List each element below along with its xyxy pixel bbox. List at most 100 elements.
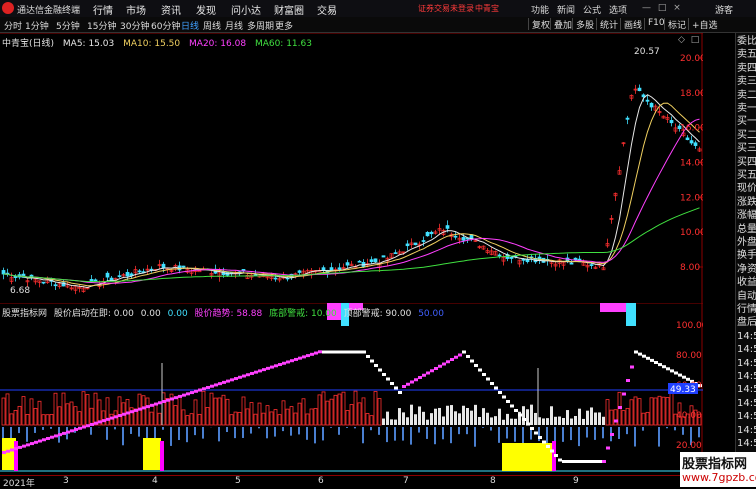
menu-item-hangqing[interactable]: 行情 [93,2,113,17]
trend-step [174,396,178,399]
quote-panel-item[interactable]: 14:50 [737,410,756,423]
mark-button[interactable]: 标记 [664,18,686,30]
overlay-button[interactable]: 叠加 [550,18,572,30]
quote-panel-item[interactable]: 总量 [737,223,756,236]
trend-step [458,354,462,357]
quote-panel-item[interactable]: 行情 [737,303,756,316]
quote-panel-item[interactable]: 买五 [737,169,756,182]
fuquan-button[interactable]: 复权 [528,18,550,30]
trend-step [354,351,358,354]
menu-item-zixun[interactable]: 资讯 [161,2,181,17]
indicator-field-1: 股价启动在即: 0.00 [54,309,134,319]
trend-step [310,353,314,356]
quote-panel-item[interactable]: 涨幅 [737,209,756,222]
minimize-icon[interactable]: — [642,3,651,13]
multi-stock-button[interactable]: 多股 [572,18,594,30]
window-controls[interactable]: — □ × [642,3,681,13]
candle [126,272,129,276]
quote-panel-item[interactable]: 14:50 [737,383,756,396]
quote-panel: 委比卖五卖四卖三卖二卖一买一买二买三买四买五现价涨跌涨幅总量外盘换手净资收益自动… [735,33,756,487]
x-tick: 2021年 [3,476,35,489]
trend-step [390,382,394,385]
tab-fenshi[interactable]: 分时 [4,19,22,32]
quote-panel-item[interactable]: 14:50 [737,397,756,410]
function-button[interactable]: 功能 [531,3,549,16]
quote-panel-item[interactable]: 涨跌 [737,196,756,209]
drawline-button[interactable]: 画线 [620,18,642,30]
indicator-chart[interactable]: 100.0080.0060.0040.0020.0049.33 [0,303,703,475]
tab-weekly[interactable]: 周线 [203,19,221,32]
indicator-bar [494,416,497,425]
candlestick-chart[interactable]: 20.576.68 20.0018.0016.0014.0012.0010.00… [0,33,703,303]
collapse-icon[interactable]: □ [691,35,700,45]
chart-controls[interactable]: ◇ □ [678,35,699,45]
quote-panel-item[interactable]: 买二 [737,129,756,142]
menu-item-jiaoyi[interactable]: 交易 [317,2,337,17]
quote-panel-item[interactable]: 14:50 [737,424,756,437]
quote-panel-item[interactable]: 外盘 [737,236,756,249]
settings-icon[interactable]: ◇ [678,35,685,45]
tab-15min[interactable]: 15分钟 [87,19,116,32]
tab-monthly[interactable]: 月线 [225,19,243,32]
quote-panel-item[interactable]: 卖四 [737,62,756,75]
trend-step [470,360,474,363]
trend-step [590,460,594,463]
quote-panel-item[interactable]: 净资 [737,263,756,276]
trend-step [530,427,534,430]
quote-panel-item[interactable]: 14:50 [737,330,756,343]
quote-panel-item[interactable]: 盘后 [737,316,756,329]
quote-panel-item[interactable]: 换手 [737,249,756,262]
menu-item-faxian[interactable]: 发现 [196,2,216,17]
tab-30min[interactable]: 30分钟 [120,19,149,32]
quote-panel-item[interactable]: 卖二 [737,89,756,102]
quote-panel-item[interactable]: 买三 [737,142,756,155]
news-button[interactable]: 新闻 [557,3,575,16]
maximize-icon[interactable]: □ [658,3,667,13]
quote-panel-item[interactable]: 14:50 [737,343,756,356]
quote-panel-item[interactable]: 委比 [737,35,756,48]
indicator-bar [454,411,457,425]
quote-panel-item[interactable]: 14:50 [737,370,756,383]
login-warning[interactable]: 证券交易未登录 [418,3,474,14]
menu-item-shichang[interactable]: 市场 [126,2,146,17]
trend-step [538,436,542,439]
quote-panel-item[interactable]: 买一 [737,115,756,128]
quote-panel-item[interactable]: 现价 [737,182,756,195]
add-favorite-button[interactable]: +自选 [688,18,718,30]
guest-button[interactable]: 游客 [715,3,733,16]
indicator-bar-down [114,427,116,429]
quote-panel-item[interactable]: 卖三 [737,75,756,88]
tab-5min[interactable]: 5分钟 [56,19,80,32]
trend-step [426,372,430,375]
quote-panel-item[interactable]: 买四 [737,156,756,169]
menu-item-caifuquan[interactable]: 财富圈 [274,2,304,17]
tab-1min[interactable]: 1分钟 [25,19,49,32]
quote-panel-item[interactable]: 自动 [737,290,756,303]
tab-daily[interactable]: 日线 [181,19,199,32]
indicator-field-2: 0.00 [141,309,161,319]
trend-step [42,438,46,441]
indicator-name: 股票指标网 [2,309,47,319]
quote-panel-item[interactable]: 14:50 [737,437,756,450]
indicator-bar [470,411,473,425]
f10-button[interactable]: F10 [644,18,665,30]
options-button[interactable]: 选项 [609,3,627,16]
tab-multi-period[interactable]: 多周期 [247,19,274,32]
menu-item-wenxiaoda[interactable]: 问小达 [231,2,261,17]
formula-button[interactable]: 公式 [583,3,601,16]
tab-60min[interactable]: 60分钟 [151,19,180,32]
quote-panel-item[interactable]: 卖一 [737,102,756,115]
candle [498,255,501,256]
trend-step [126,411,130,414]
statistics-button[interactable]: 统计 [596,18,618,30]
quote-panel-item[interactable]: 卖五 [737,48,756,61]
tab-more[interactable]: 更多 [275,19,293,32]
indicator-bar-down [354,427,356,428]
indicator-bar [414,414,417,425]
candle [670,120,673,122]
quote-panel-item[interactable]: 收益 [737,276,756,289]
candle [454,236,457,237]
trend-step [542,441,546,444]
close-icon[interactable]: × [673,3,681,13]
quote-panel-item[interactable]: 14:50 [737,357,756,370]
